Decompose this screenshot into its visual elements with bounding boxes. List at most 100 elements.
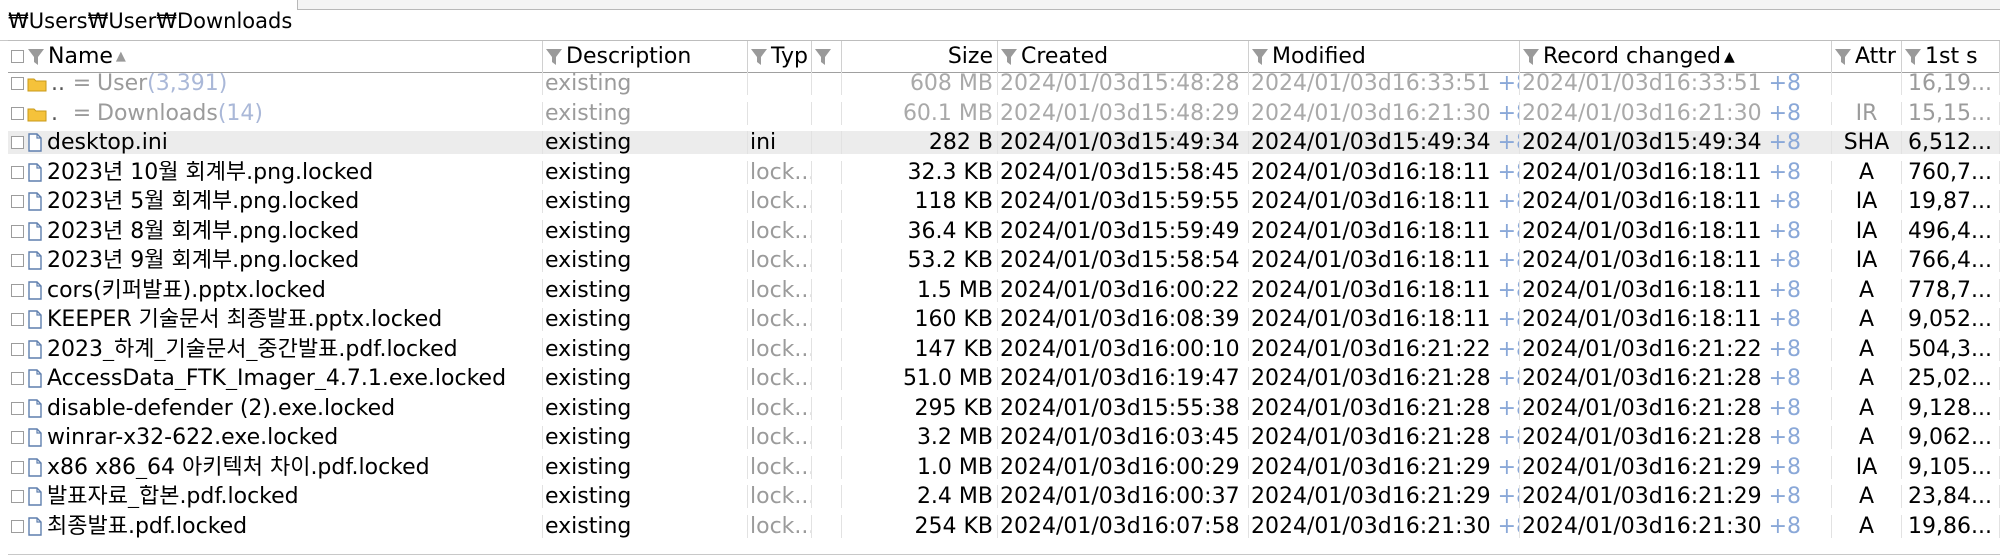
checkbox[interactable] (11, 343, 24, 356)
checkbox[interactable] (11, 107, 24, 120)
file-name: KEEPER 기술문서 최종발표.pptx.locked (47, 308, 443, 331)
filter-icon[interactable] (814, 47, 832, 67)
name-cell[interactable]: cors(키퍼발표).pptx.locked (8, 279, 543, 302)
record-changed-cell-value: 2024/01/03d16:21:30 (1522, 515, 1762, 538)
column-header-label: Typ (771, 44, 808, 69)
checkbox[interactable] (11, 195, 24, 208)
name-cell[interactable]: .. = User (3,391) (8, 72, 543, 95)
name-cell[interactable]: 최종발표.pdf.locked (8, 515, 543, 538)
type-cell: lock... (750, 220, 812, 243)
file-name: winrar-x32-622.exe.locked (47, 426, 339, 449)
name-cell[interactable]: 2023년 5월 회계부.png.locked (8, 190, 543, 213)
checkbox[interactable] (11, 284, 24, 297)
column-header-name[interactable]: Name ▲ (8, 41, 543, 72)
name-cell[interactable]: . = Downloads (14) (8, 102, 543, 125)
file-row[interactable]: 2023년 9월 회계부.png.locked existing lock... 53… (8, 249, 2000, 272)
filter-icon[interactable] (750, 47, 768, 67)
name-cell[interactable]: 2023년 8월 회계부.png.locked (8, 220, 543, 243)
modified-cell: 2024/01/03d16:21:30 +8 (1249, 102, 1520, 125)
file-row[interactable]: disable-defender (2).exe.locked existing l… (8, 397, 2000, 420)
column-header-changed[interactable]: Record changed ▲ (1520, 41, 1832, 72)
file-row[interactable]: 2023_하계_기술문서_중간발표.pdf.locked existing lock… (8, 338, 2000, 361)
modified-cell: 2024/01/03d16:18:11 +8 (1249, 249, 1520, 272)
modified-cell: 2024/01/03d16:18:11 +8 (1249, 161, 1520, 184)
name-cell[interactable]: 발표자료_합본.pdf.locked (8, 485, 543, 508)
name-cell[interactable]: AccessData_FTK_Imager_4.7.1.exe.locked (8, 367, 543, 390)
column-header-type[interactable]: Typ (748, 41, 812, 72)
file-row[interactable]: 최종발표.pdf.locked existing lock... 254 KB 2024… (8, 515, 2000, 538)
checkbox[interactable] (11, 431, 24, 444)
parent-dots: . (51, 102, 58, 125)
filter-icon[interactable] (1904, 47, 1922, 67)
file-name: 2023년 10월 회계부.png.locked (47, 161, 374, 184)
file-row[interactable]: 2023년 10월 회계부.png.locked existing lock... 3… (8, 161, 2000, 184)
checkbox[interactable] (11, 166, 24, 179)
size-cell: 60.1 MB (842, 102, 998, 125)
file-row[interactable]: 발표자료_합본.pdf.locked existing lock... 2.4 MB 2… (8, 485, 2000, 508)
filter-icon[interactable] (545, 47, 563, 67)
size-cell: 254 KB (842, 515, 998, 538)
path-bar[interactable]: ₩Users₩User₩Downloads (0, 0, 2000, 41)
parent-folder-row[interactable]: .. = User (3,391) existing 608 MB 2024/01/03d… (8, 72, 2000, 95)
blank-cell (812, 426, 842, 449)
checkbox[interactable] (11, 313, 24, 326)
checkbox[interactable] (11, 136, 24, 149)
file-row[interactable]: 2023년 8월 회계부.png.locked existing lock... 36… (8, 220, 2000, 243)
file-row[interactable]: x86 x86_64 아키텍처 차이.pdf.locked existing loc… (8, 456, 2000, 479)
name-cell[interactable]: 2023년 9월 회계부.png.locked (8, 249, 543, 272)
column-header-blank[interactable] (812, 41, 842, 72)
name-cell[interactable]: x86 x86_64 아키텍처 차이.pdf.locked (8, 456, 543, 479)
modified-cell: 2024/01/03d16:21:29 +8 (1249, 456, 1520, 479)
attr-cell: A (1832, 485, 1902, 508)
record-changed-cell-value: 2024/01/03d16:21:28 (1522, 367, 1762, 390)
checkbox[interactable] (11, 372, 24, 385)
created-cell: 2024/01/03d15:49:34 (998, 131, 1249, 154)
column-header-label: Created (1021, 44, 1109, 69)
name-cell[interactable]: 2023년 10월 회계부.png.locked (8, 161, 543, 184)
created-cell: 2024/01/03d15:58:45 (998, 161, 1249, 184)
file-row[interactable]: AccessData_FTK_Imager_4.7.1.exe.locked ex… (8, 367, 2000, 390)
description-cell: existing (543, 456, 748, 479)
blank-cell (812, 308, 842, 331)
modified-cell-value: 2024/01/03d16:21:28 (1251, 397, 1491, 420)
name-cell[interactable]: disable-defender (2).exe.locked (8, 397, 543, 420)
column-header-size[interactable]: Size (842, 41, 998, 72)
file-row[interactable]: 2023년 5월 회계부.png.locked existing lock... 11… (8, 190, 2000, 213)
name-cell[interactable]: desktop.ini (8, 131, 543, 154)
column-header-label: 1st s (1925, 44, 1978, 69)
name-cell[interactable]: KEEPER 기술문서 최종발표.pptx.locked (8, 308, 543, 331)
parent-folder-row[interactable]: . = Downloads (14) existing 60.1 MB 2024/01/0… (8, 102, 2000, 125)
filter-icon[interactable] (1251, 47, 1269, 67)
file-row[interactable]: desktop.ini existing ini 282 B 2024/01/03d15… (8, 131, 2000, 154)
file-row[interactable]: KEEPER 기술문서 최종발표.pptx.locked existing lock… (8, 308, 2000, 331)
checkbox[interactable] (11, 461, 24, 474)
filter-icon[interactable] (1522, 47, 1540, 67)
checkbox[interactable] (11, 490, 24, 503)
file-row[interactable]: cors(키퍼발표).pptx.locked existing lock... 1.5… (8, 279, 2000, 302)
filter-icon[interactable] (1834, 47, 1852, 67)
column-header-modified[interactable]: Modified (1249, 41, 1520, 72)
file-row[interactable]: winrar-x32-622.exe.locked existing lock...… (8, 426, 2000, 449)
name-cell[interactable]: winrar-x32-622.exe.locked (8, 426, 543, 449)
attr-cell: IA (1832, 456, 1902, 479)
name-cell[interactable]: 2023_하계_기술문서_중간발표.pdf.locked (8, 338, 543, 361)
attr-cell: A (1832, 161, 1902, 184)
first-sector-cell: 9,062... (1902, 426, 2000, 449)
column-header-created[interactable]: Created (998, 41, 1249, 72)
column-header-label: Name (48, 44, 113, 69)
checkbox[interactable] (11, 50, 24, 63)
checkbox[interactable] (11, 520, 24, 533)
checkbox[interactable] (11, 77, 24, 90)
file-icon (28, 340, 42, 359)
filter-icon[interactable] (27, 47, 45, 67)
checkbox[interactable] (11, 225, 24, 238)
checkbox[interactable] (11, 254, 24, 267)
column-header-first[interactable]: 1st s (1902, 41, 2000, 72)
checkbox[interactable] (11, 402, 24, 415)
filter-icon[interactable] (1000, 47, 1018, 67)
column-header-attr[interactable]: Attr (1832, 41, 1902, 72)
column-header-description[interactable]: Description (543, 41, 748, 72)
type-cell: lock... (750, 426, 812, 449)
column-header-label: Record changed (1543, 44, 1721, 69)
description-cell: existing (543, 426, 748, 449)
